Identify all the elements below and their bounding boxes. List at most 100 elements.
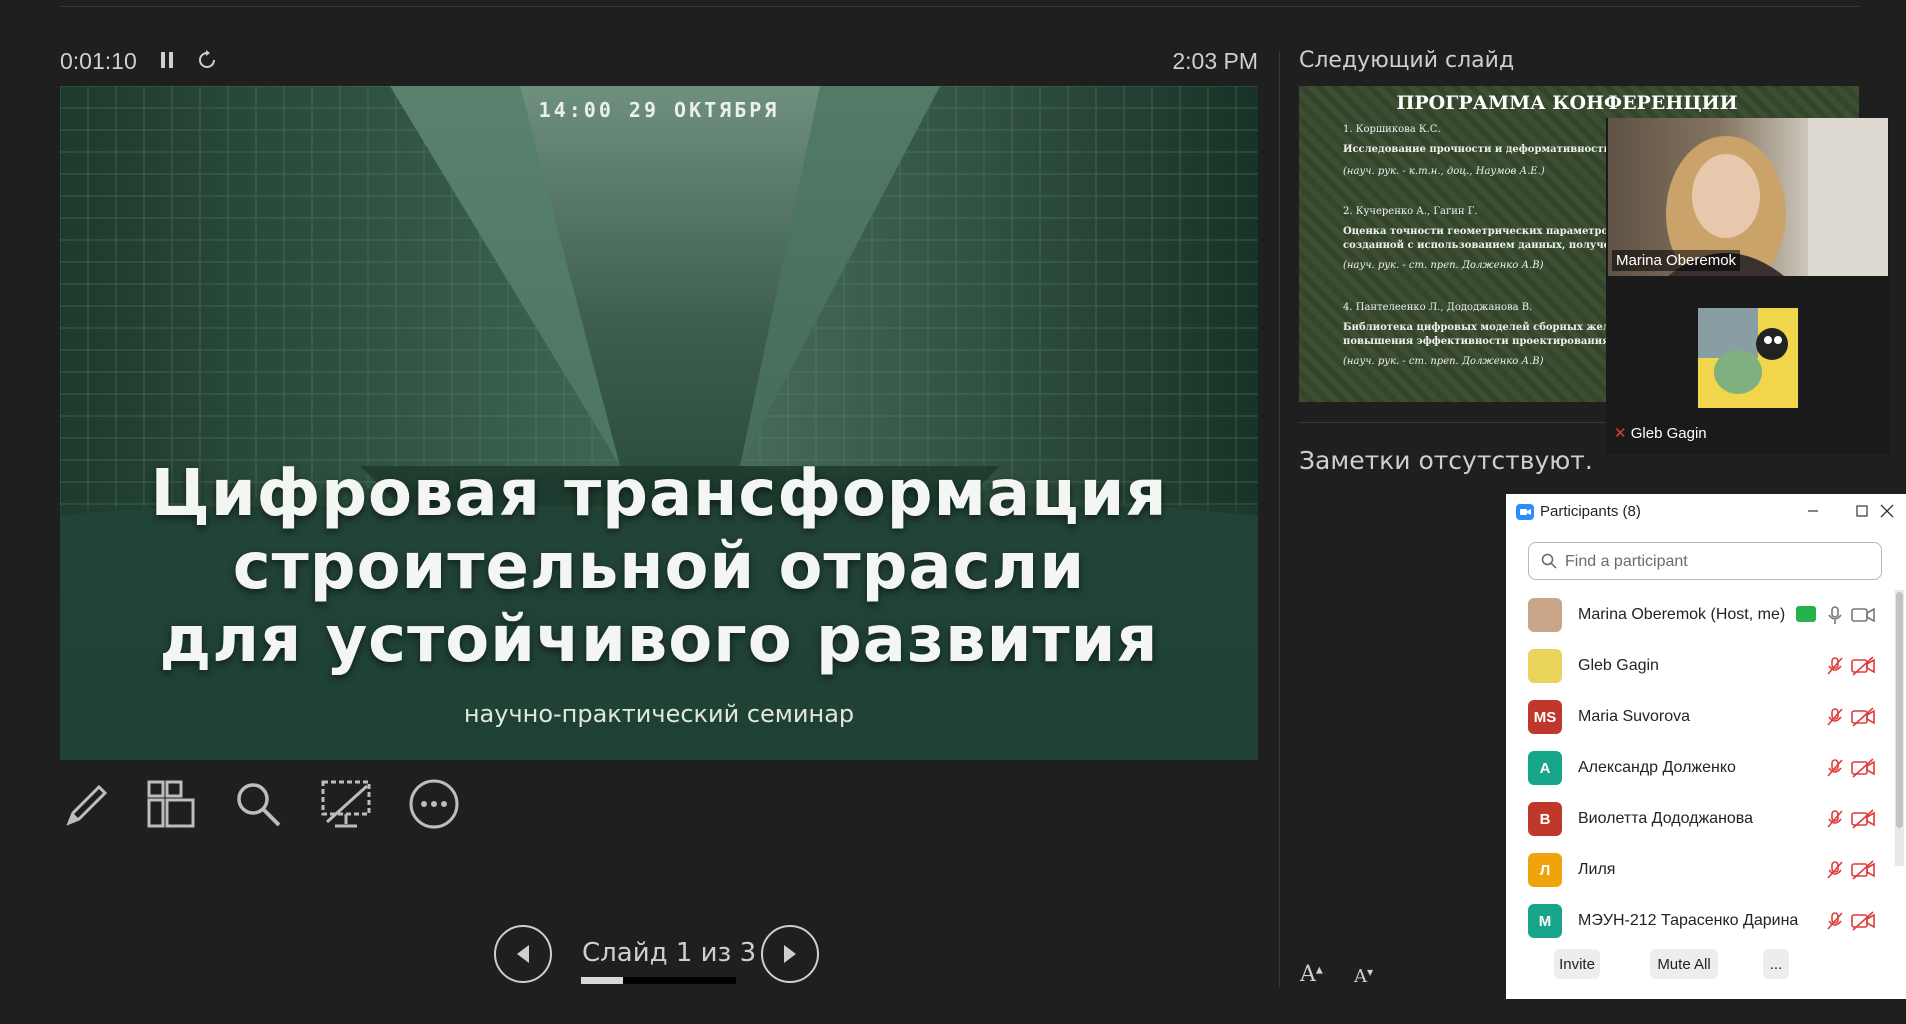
participant-row[interactable]: Gleb Gagin	[1506, 641, 1894, 692]
participant-row[interactable]: Marina Oberemok (Host, me)	[1506, 590, 1894, 641]
participants-titlebar: Participants (8)	[1506, 494, 1906, 528]
camera-icon[interactable]	[1850, 604, 1876, 626]
restart-timer-icon[interactable]	[193, 46, 221, 74]
program-author: 1. Коршикова К.С.	[1343, 124, 1441, 135]
top-divider	[60, 6, 1860, 7]
search-icon	[1541, 553, 1557, 569]
slide-title-line: Цифровая трансформация	[150, 457, 1168, 531]
participant-name: Александр Долженко	[1578, 759, 1736, 776]
elapsed-timer: 0:01:10	[60, 48, 137, 74]
participant-row[interactable]: MS Maria Suvorova	[1506, 692, 1894, 743]
search-input[interactable]	[1563, 547, 1867, 577]
zoom-app-icon	[1516, 504, 1534, 520]
next-slide-label: Следующий слайд	[1299, 48, 1515, 73]
avatar-gleb	[1698, 308, 1798, 408]
increase-font-label: A	[1300, 962, 1316, 987]
program-author: 2. Кучеренко А., Гагин Г.	[1343, 206, 1478, 217]
next-slide-title: ПРОГРАММА КОНФЕРЕНЦИИ	[1396, 92, 1738, 114]
more-options-button[interactable]: ...	[1763, 949, 1789, 979]
program-advisor: (науч. рук. - к.т.н., доц., Наумов А.Е.)	[1343, 166, 1545, 177]
participant-avatar	[1528, 598, 1562, 632]
slides-grid-icon[interactable]	[143, 776, 199, 832]
screen-toggle-icon[interactable]	[318, 776, 374, 832]
muted-microphone-icon[interactable]	[1824, 757, 1846, 779]
slide-title: Цифровая трансформация строительной отра…	[60, 458, 1258, 677]
microphone-icon[interactable]	[1824, 604, 1846, 626]
chevron-right-icon	[784, 945, 796, 963]
program-topic: Библиотека цифровых моделей сборных желе…	[1343, 322, 1630, 333]
next-slide-button[interactable]	[761, 925, 819, 983]
zoom-icon[interactable]	[230, 776, 286, 832]
participant-name: Лиля	[1578, 861, 1616, 878]
participant-search[interactable]	[1528, 542, 1882, 580]
camera-off-icon[interactable]	[1850, 655, 1876, 677]
participants-panel: Participants (8) Marina Oberemok (Host, …	[1506, 494, 1906, 999]
speaker-notes: Заметки отсутствуют.	[1299, 446, 1593, 475]
program-topic: Исследование прочности и деформативности…	[1343, 144, 1627, 155]
program-topic-cont: созданной с использованием данных, получ…	[1343, 240, 1625, 251]
chevron-left-icon	[517, 945, 529, 963]
invite-button[interactable]: Invite	[1554, 949, 1600, 979]
participant-row[interactable]: Л Лиля	[1506, 845, 1894, 896]
participants-title: Participants (8)	[1540, 503, 1641, 520]
slide-counter: Слайд 1 из 3	[582, 938, 757, 968]
participants-scrollbar[interactable]	[1895, 590, 1904, 866]
participant-avatar	[1528, 649, 1562, 683]
camera-off-icon[interactable]	[1850, 808, 1876, 830]
decrease-font-label: A	[1354, 966, 1367, 987]
close-icon[interactable]	[1874, 498, 1900, 524]
participant-avatar: А	[1528, 751, 1562, 785]
increase-font-button[interactable]: A▲	[1300, 962, 1323, 987]
muted-microphone-icon[interactable]	[1824, 859, 1846, 881]
participant-avatar: М	[1528, 904, 1562, 938]
video-strip: Marina Oberemok ✕ Gleb Gagin	[1606, 118, 1890, 454]
camera-off-icon[interactable]	[1850, 910, 1876, 932]
camera-off-icon[interactable]	[1850, 706, 1876, 728]
more-icon[interactable]	[406, 776, 462, 832]
camera-off-icon[interactable]	[1850, 757, 1876, 779]
maximize-icon[interactable]	[1849, 498, 1875, 524]
muted-microphone-icon[interactable]	[1824, 655, 1846, 677]
notes-separator	[1299, 422, 1610, 423]
participant-name: Gleb Gagin	[1578, 657, 1659, 674]
muted-microphone-icon[interactable]	[1824, 706, 1846, 728]
minimize-icon[interactable]	[1800, 498, 1826, 524]
pane-divider	[1279, 52, 1280, 987]
decrease-font-button[interactable]: A▼	[1354, 966, 1373, 987]
slide-subtitle: научно-практический семинар	[463, 700, 855, 728]
participant-row[interactable]: М МЭУН-212 Тарасенко Дарина	[1506, 896, 1894, 947]
program-topic-cont: повышения эффективности проектирования о…	[1343, 336, 1627, 347]
video-tile-marina[interactable]: Marina Oberemok	[1608, 118, 1888, 276]
participant-name: Maria Suvorova	[1578, 708, 1691, 725]
pause-icon[interactable]	[153, 46, 181, 74]
program-topic: Оценка точности геометрических параметро…	[1343, 226, 1626, 237]
slide-date: 14:00 29 ОКТЯБРЯ	[538, 98, 780, 122]
video-name-label: Marina Oberemok	[1612, 250, 1741, 271]
program-advisor: (науч. рук. - ст. преп. Долженко А.В)	[1343, 260, 1544, 271]
muted-mic-icon: ✕	[1614, 425, 1627, 442]
muted-microphone-icon[interactable]	[1824, 808, 1846, 830]
scroll-thumb[interactable]	[1896, 592, 1903, 828]
camera-off-icon[interactable]	[1850, 859, 1876, 881]
previous-slide-button[interactable]	[494, 925, 552, 983]
slide-title-line: строительной отрасли	[232, 530, 1086, 604]
participant-row[interactable]: В Виолетта Дододжанова	[1506, 794, 1894, 845]
slide-progress-fill	[581, 977, 623, 984]
participant-avatar: Л	[1528, 853, 1562, 887]
pen-icon[interactable]	[58, 776, 114, 832]
participant-name: Marina Oberemok (Host, me)	[1578, 606, 1786, 623]
slide-progress-bar	[581, 977, 736, 984]
video-name-text: Gleb Gagin	[1630, 425, 1707, 442]
program-advisor: (науч. рук. - ст. преп. Долженко А.В)	[1343, 356, 1544, 367]
participant-name: Виолетта Дододжанова	[1578, 810, 1754, 827]
current-slide: 14:00 29 ОКТЯБРЯ Цифровая трансформация …	[60, 86, 1258, 760]
mute-all-button[interactable]: Mute All	[1650, 949, 1718, 979]
program-author: 4. Пантелеенко Л., Дододжанова В.	[1343, 302, 1533, 313]
presenter-timer-row: 0:01:10 2:03 PM	[60, 46, 1258, 78]
participant-row[interactable]: А Александр Долженко	[1506, 743, 1894, 794]
participant-avatar: В	[1528, 802, 1562, 836]
slide-title-line: для устойчивого развития	[159, 603, 1159, 677]
current-time: 2:03 PM	[1172, 48, 1258, 74]
muted-microphone-icon[interactable]	[1824, 910, 1846, 932]
share-screen-icon	[1796, 606, 1816, 622]
